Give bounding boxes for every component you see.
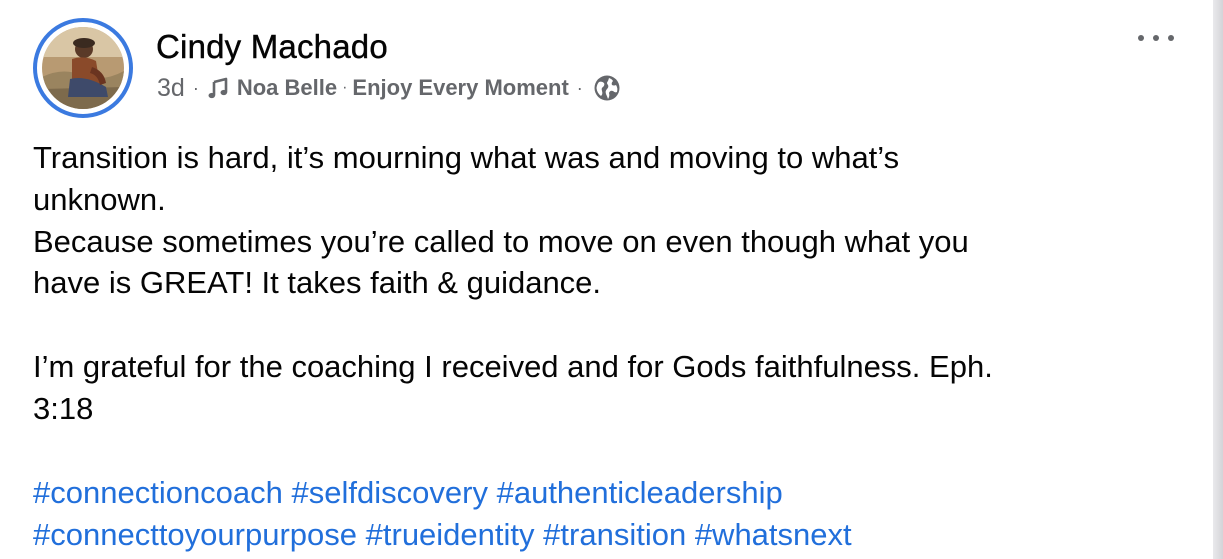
post-body: Transition is hard, it’s mourning what w… [33, 137, 1183, 430]
hashtag-list: #connectioncoach #selfdiscovery #authent… [33, 472, 1183, 556]
post-text-line: Because sometimes you’re called to move … [33, 223, 969, 259]
hashtag-link[interactable]: #connectioncoach [33, 475, 283, 510]
avatar[interactable] [42, 27, 124, 109]
post-timestamp[interactable]: 3d [157, 74, 185, 103]
hashtag-link[interactable]: #connecttoyourpurpose [33, 517, 357, 552]
song-separator: · [342, 79, 348, 96]
hashtag-link[interactable]: #whatsnext [695, 517, 852, 552]
hashtag-link[interactable]: #authenticleadership [497, 475, 783, 510]
meta-separator: · [192, 77, 199, 98]
more-dot [1138, 35, 1144, 41]
author-name[interactable]: Cindy Machado [156, 28, 388, 66]
more-dot [1153, 35, 1159, 41]
post-text-line: 3:18 [33, 390, 94, 426]
facebook-post: Cindy Machado 3d · Noa Belle · Enjoy Eve… [0, 0, 1213, 559]
post-meta: 3d · Noa Belle · Enjoy Every Moment · [157, 72, 621, 104]
post-text-line: Transition is hard, it’s mourning what w… [33, 140, 900, 175]
post-text-line: unknown. [33, 181, 166, 217]
song-artist[interactable]: Noa Belle [237, 75, 337, 101]
scroll-edge [1213, 0, 1223, 559]
hashtag-line-2: #connecttoyourpurpose #trueidentity #tra… [33, 514, 1183, 556]
hashtag-line-1: #connectioncoach #selfdiscovery #authent… [33, 472, 1183, 514]
hashtag-link[interactable]: #transition [543, 517, 686, 552]
song-title[interactable]: Enjoy Every Moment [352, 75, 568, 101]
avatar-photo [42, 27, 124, 109]
globe-icon[interactable] [593, 74, 621, 102]
hashtag-link[interactable]: #trueidentity [366, 517, 535, 552]
meta-separator-2: · [576, 77, 583, 98]
music-note-icon [207, 77, 229, 99]
hashtag-link[interactable]: #selfdiscovery [292, 475, 488, 510]
post-text-line: I’m grateful for the coaching I received… [33, 348, 993, 384]
post-text-line: have is GREAT! It takes faith & guidance… [33, 265, 602, 301]
more-dot [1168, 35, 1174, 41]
avatar-story-ring[interactable] [33, 18, 133, 118]
more-options-icon[interactable] [1138, 28, 1174, 48]
